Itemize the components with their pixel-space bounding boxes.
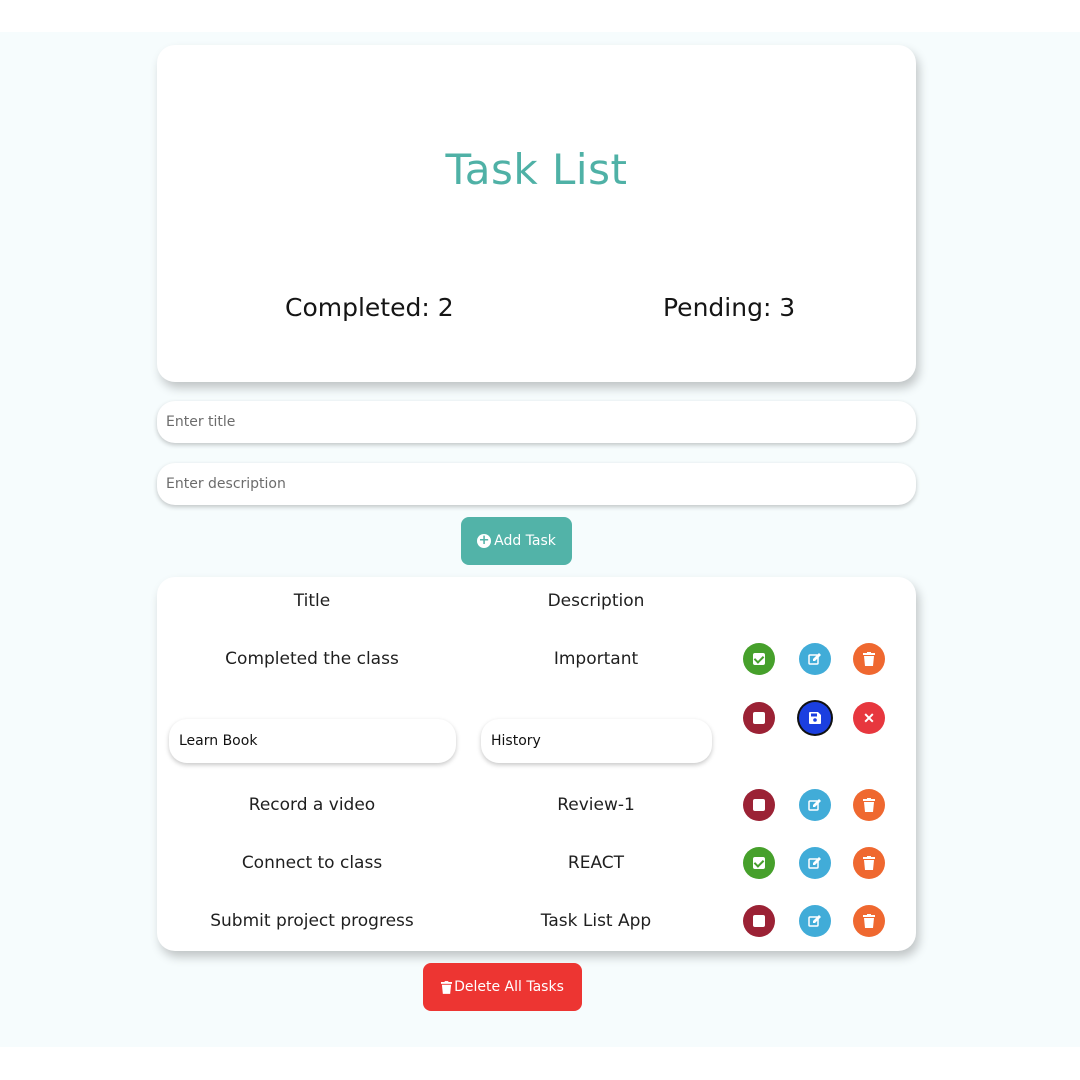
edit-description-input[interactable]	[481, 719, 712, 763]
check-icon	[753, 653, 765, 665]
check-icon	[753, 857, 765, 869]
plus-circle-icon: +	[477, 533, 492, 548]
square-icon	[753, 799, 765, 811]
edit-icon	[808, 915, 821, 927]
pending-count: Pending: 3	[663, 293, 796, 322]
task-description: Task List App	[540, 911, 652, 931]
task-description: Review-1	[557, 795, 635, 815]
page-title: Task List	[445, 145, 628, 194]
toggle-complete-button[interactable]	[743, 847, 775, 879]
delete-button[interactable]	[853, 847, 885, 879]
trash-icon	[863, 856, 875, 870]
add-task-label: Add Task	[494, 533, 556, 549]
toggle-complete-button[interactable]	[743, 905, 775, 937]
table-row: Completed the class Important	[157, 639, 916, 679]
task-description: REACT	[567, 853, 625, 873]
square-icon	[753, 712, 765, 724]
trash-icon	[863, 652, 875, 666]
table-row: Connect to class REACT	[157, 843, 916, 883]
table-row: Record a video Review-1	[157, 785, 916, 825]
edit-button[interactable]	[799, 789, 831, 821]
square-icon	[753, 915, 765, 927]
task-title: Record a video	[248, 795, 376, 815]
toggle-complete-button[interactable]	[743, 643, 775, 675]
task-table: Title Description Completed the class Im…	[157, 577, 916, 951]
edit-title-input[interactable]	[169, 719, 456, 763]
edit-icon	[808, 857, 821, 869]
delete-button[interactable]	[853, 789, 885, 821]
trash-icon	[863, 798, 875, 812]
save-icon	[809, 712, 821, 724]
table-row: Submit project progress Task List App	[157, 901, 916, 941]
edit-button[interactable]	[799, 847, 831, 879]
title-input[interactable]	[157, 401, 916, 443]
column-header-title: Title	[293, 591, 331, 611]
close-icon: ✕	[863, 710, 875, 726]
delete-all-label: Delete All Tasks	[454, 979, 564, 995]
add-task-button[interactable]: + Add Task	[461, 517, 572, 565]
trash-icon	[863, 914, 875, 928]
save-button[interactable]	[799, 702, 831, 734]
edit-button[interactable]	[799, 643, 831, 675]
delete-button[interactable]	[853, 905, 885, 937]
task-description: Important	[553, 649, 639, 669]
cancel-edit-button[interactable]: ✕	[853, 702, 885, 734]
description-input[interactable]	[157, 463, 916, 505]
summary-card: Task List Completed: 2 Pending: 3	[157, 45, 916, 382]
delete-button[interactable]	[853, 643, 885, 675]
task-title: Completed the class	[225, 649, 399, 669]
completed-count: Completed: 2	[285, 293, 454, 322]
column-header-description: Description	[547, 591, 645, 611]
trash-icon	[441, 980, 453, 994]
delete-all-button[interactable]: Delete All Tasks	[423, 963, 582, 1011]
edit-icon	[808, 653, 821, 665]
task-title: Submit project progress	[210, 911, 414, 931]
task-title: Connect to class	[241, 853, 383, 873]
toggle-complete-button[interactable]	[743, 702, 775, 734]
edit-button[interactable]	[799, 905, 831, 937]
toggle-complete-button[interactable]	[743, 789, 775, 821]
edit-icon	[808, 799, 821, 811]
